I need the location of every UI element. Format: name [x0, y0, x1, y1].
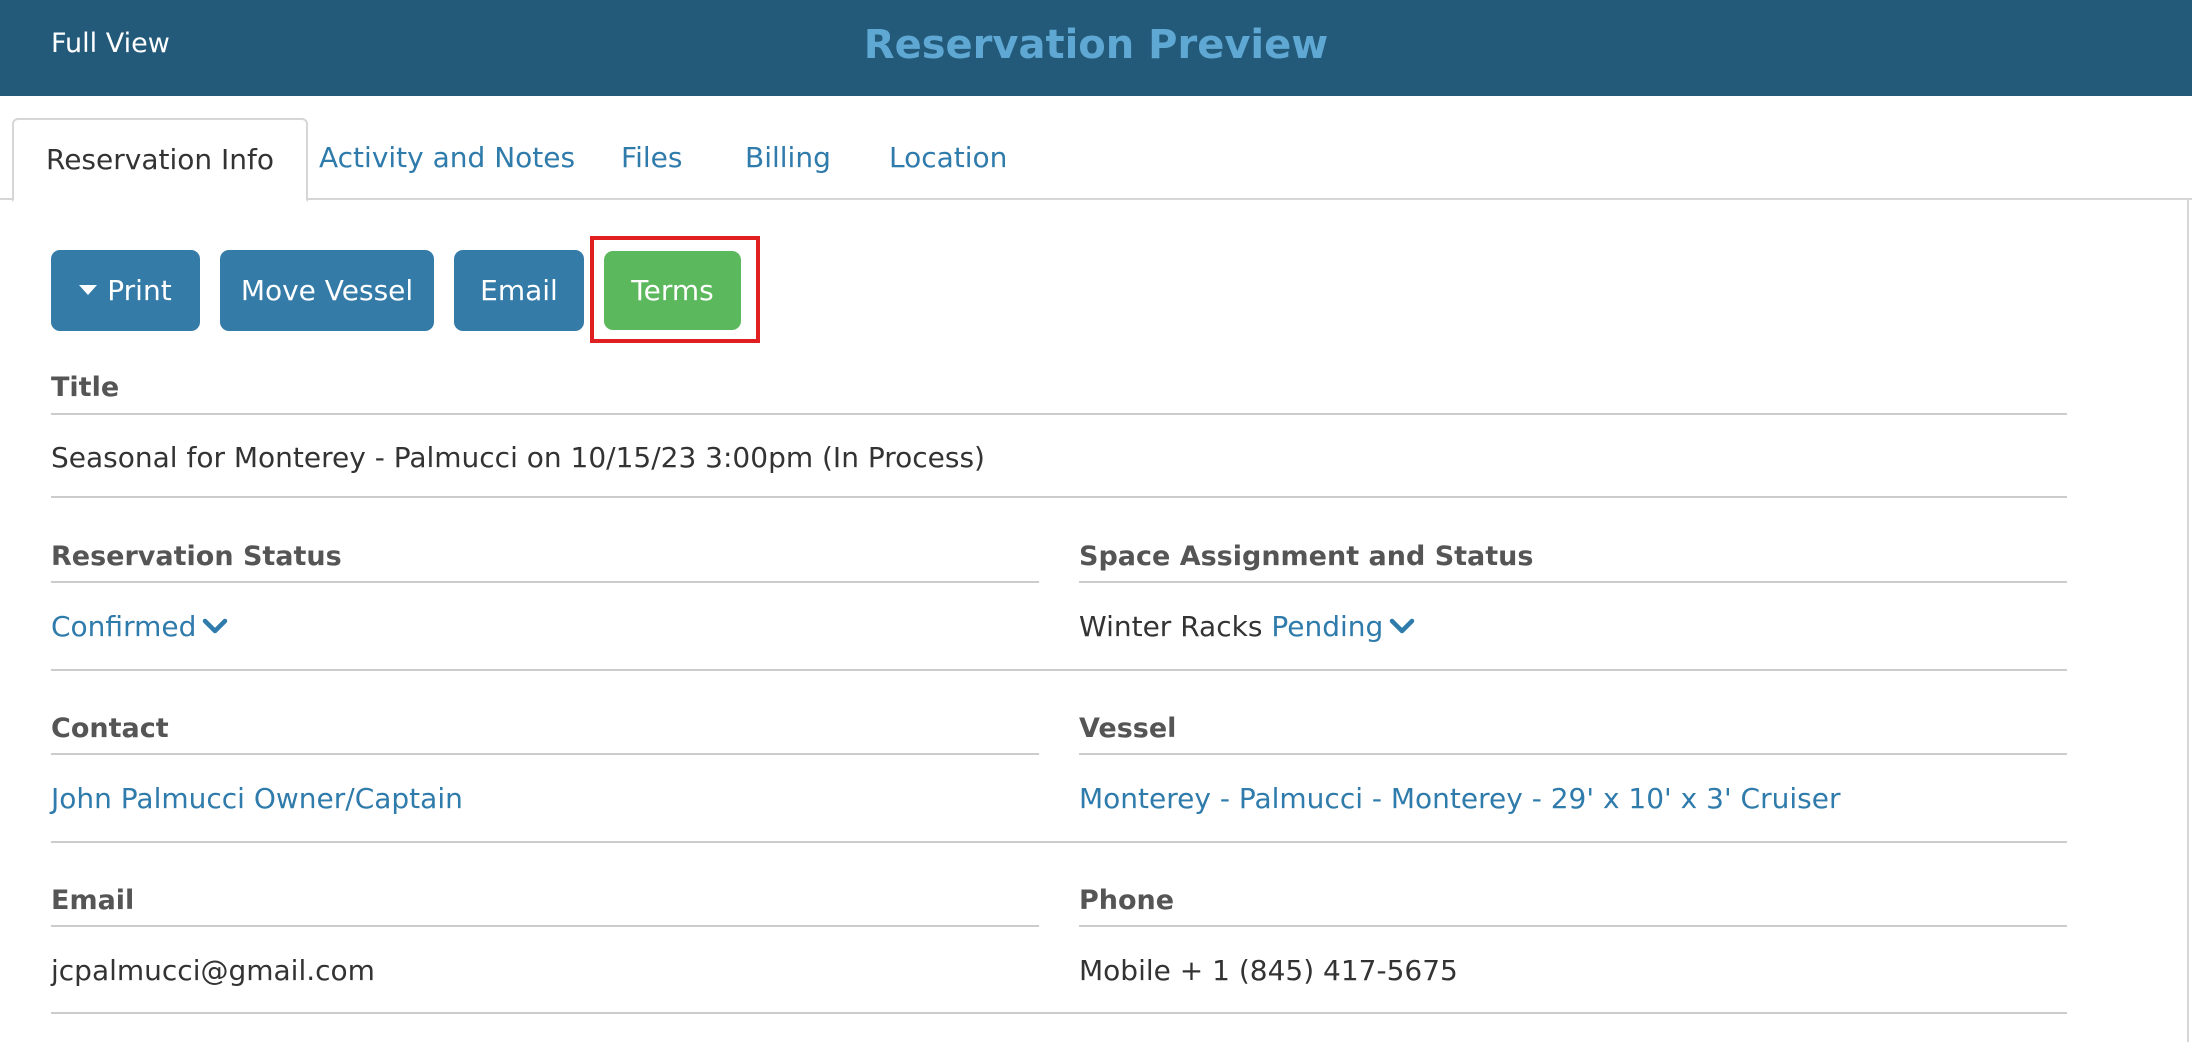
chevron-down-icon — [1390, 618, 1415, 634]
tab-files[interactable]: Files — [589, 118, 714, 202]
space-name: Winter Racks — [1079, 610, 1263, 643]
divider — [1079, 925, 2067, 927]
divider — [51, 841, 2067, 843]
highlight-box — [590, 236, 760, 343]
contact-link[interactable]: John Palmucci Owner/Captain — [51, 782, 463, 815]
move-vessel-button[interactable]: Move Vessel — [220, 250, 434, 331]
space-assignment-label: Space Assignment and Status — [1079, 541, 1534, 572]
print-button[interactable]: Print — [51, 250, 200, 331]
reservation-status-label: Reservation Status — [51, 541, 342, 572]
divider — [51, 1012, 2067, 1014]
caret-down-icon — [79, 285, 98, 295]
email-button[interactable]: Email — [454, 250, 584, 331]
divider — [51, 413, 2067, 415]
reservation-status-dropdown[interactable]: Confirmed — [51, 610, 228, 643]
tab-activity-and-notes[interactable]: Activity and Notes — [287, 118, 607, 202]
print-button-label: Print — [107, 274, 172, 307]
tab-reservation-info[interactable]: Reservation Info — [12, 118, 309, 202]
space-assignment-value: Winter Racks Pending — [1079, 610, 1415, 643]
vessel-label: Vessel — [1079, 713, 1177, 744]
divider — [1079, 753, 2067, 755]
space-status-value: Pending — [1271, 610, 1384, 643]
divider — [51, 925, 1039, 927]
vessel-link[interactable]: Monterey - Palmucci - Monterey - 29' x 1… — [1079, 782, 1840, 815]
title-value: Seasonal for Monterey - Palmucci on 10/1… — [51, 441, 985, 474]
divider — [1079, 581, 2067, 583]
tab-bar: Reservation Info Activity and Notes File… — [0, 96, 2192, 202]
email-label: Email — [51, 885, 135, 916]
contact-label: Contact — [51, 713, 169, 744]
phone-label: Phone — [1079, 885, 1175, 916]
tab-location[interactable]: Location — [857, 118, 1039, 202]
tab-billing[interactable]: Billing — [713, 118, 863, 202]
reservation-status-value: Confirmed — [51, 610, 197, 643]
chevron-down-icon — [203, 618, 228, 634]
space-status-dropdown[interactable]: Pending — [1271, 610, 1415, 643]
header-bar: Full View Reservation Preview — [0, 0, 2192, 96]
email-value: jcpalmucci@gmail.com — [51, 954, 375, 987]
phone-value: Mobile + 1 (845) 417-5675 — [1079, 954, 1458, 987]
content-border — [2187, 198, 2189, 1042]
divider — [51, 669, 2067, 671]
divider — [51, 581, 1039, 583]
divider — [51, 753, 1039, 755]
title-label: Title — [51, 372, 120, 403]
page-title: Reservation Preview — [863, 22, 1329, 68]
divider — [51, 496, 2067, 498]
